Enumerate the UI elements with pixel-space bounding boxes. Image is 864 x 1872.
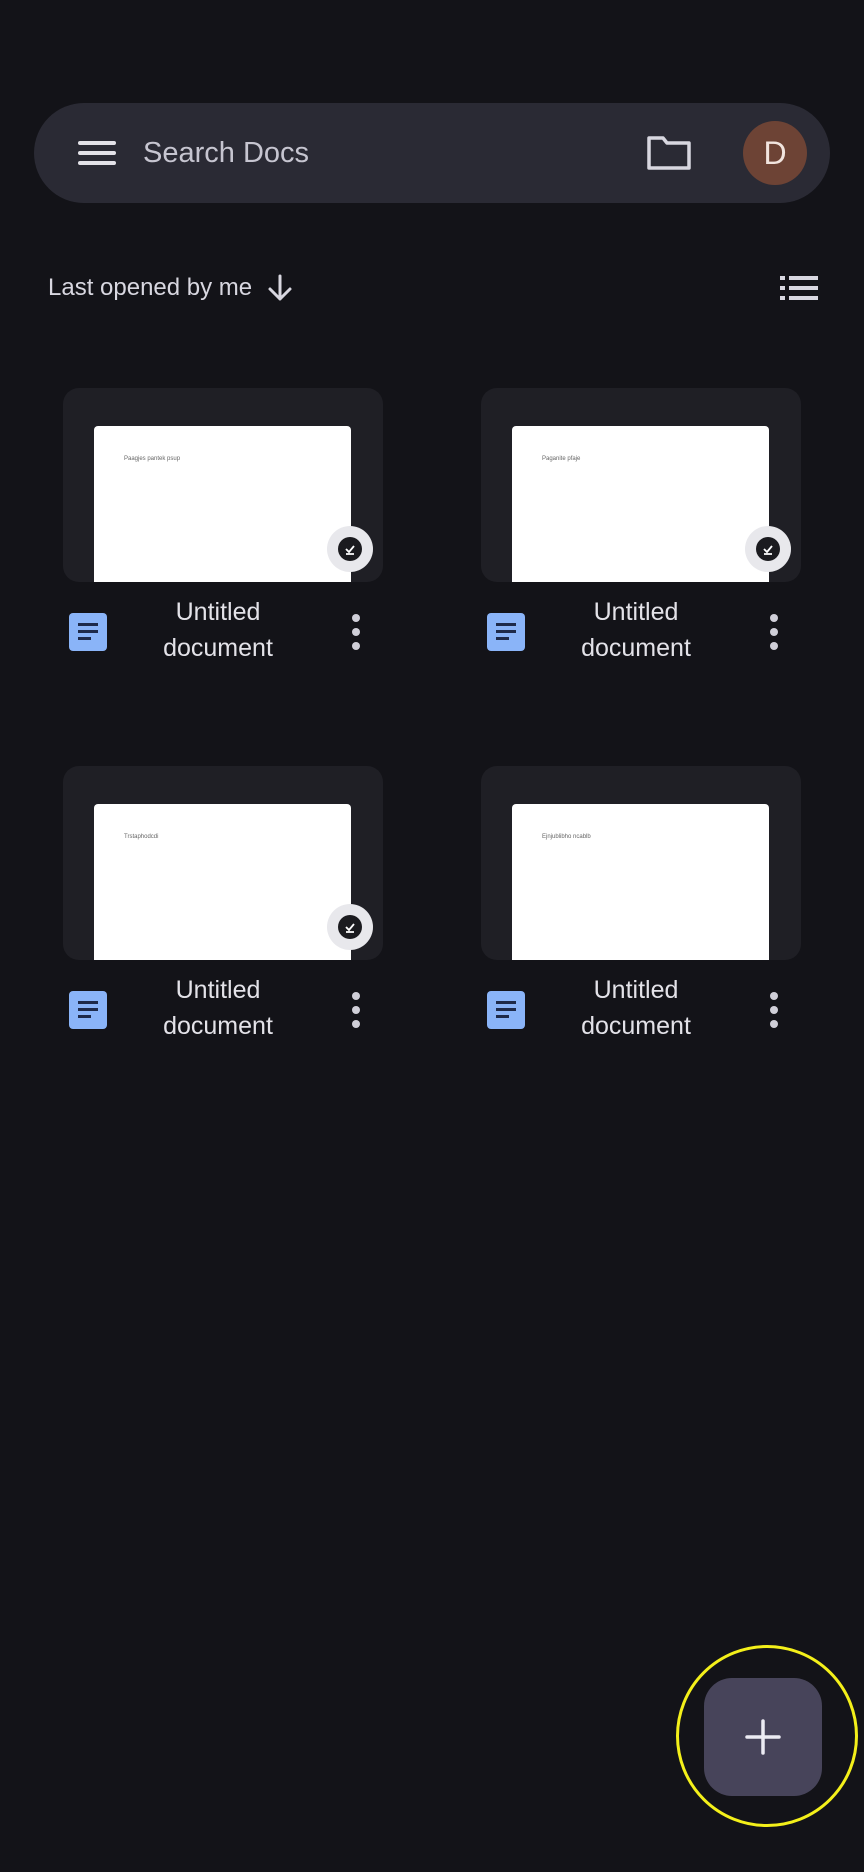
new-document-button[interactable] [704, 1678, 822, 1796]
menu-icon[interactable] [70, 133, 126, 173]
offline-available-icon [327, 526, 373, 572]
document-preview: Ejnjublibho ncablb [512, 804, 769, 960]
document-thumbnail[interactable]: Trstaphodcdi [63, 766, 383, 960]
docs-icon [69, 991, 107, 1029]
arrow-down-icon [268, 274, 292, 301]
preview-text: Paagjes pantek psup [124, 456, 181, 462]
search-input[interactable]: Search Docs [143, 133, 309, 173]
document-thumbnail[interactable]: Paganite pfaje [481, 388, 801, 582]
sort-control[interactable]: Last opened by me [48, 268, 294, 308]
offline-available-icon [745, 526, 791, 572]
preview-text: Paganite pfaje [542, 456, 581, 462]
sort-label: Last opened by me [48, 274, 253, 301]
list-view-icon[interactable] [778, 272, 820, 304]
account-avatar[interactable]: D [743, 121, 807, 185]
document-title[interactable]: Untitled document [133, 972, 303, 1044]
preview-text: Ejnjublibho ncablb [542, 834, 591, 840]
document-title[interactable]: Untitled document [551, 972, 721, 1044]
more-vert-icon[interactable] [767, 610, 781, 654]
docs-icon [487, 613, 525, 651]
document-thumbnail[interactable]: Paagjes pantek psup [63, 388, 383, 582]
document-card[interactable]: Paagjes pantek psup Untitled document [63, 388, 383, 678]
document-card[interactable]: Ejnjublibho ncablb Untitled document [481, 766, 801, 1056]
docs-home-screen: Search Docs D Last opened by me Paagjes … [0, 0, 864, 1872]
plus-icon [745, 1719, 781, 1755]
more-vert-icon[interactable] [349, 988, 363, 1032]
more-vert-icon[interactable] [349, 610, 363, 654]
document-preview: Paganite pfaje [512, 426, 769, 582]
document-preview: Trstaphodcdi [94, 804, 351, 960]
search-bar[interactable]: Search Docs D [34, 103, 830, 203]
document-title[interactable]: Untitled document [133, 594, 303, 666]
document-card[interactable]: Trstaphodcdi Untitled document [63, 766, 383, 1056]
docs-icon [69, 613, 107, 651]
offline-available-icon [327, 904, 373, 950]
docs-icon [487, 991, 525, 1029]
document-preview: Paagjes pantek psup [94, 426, 351, 582]
document-card[interactable]: Paganite pfaje Untitled document [481, 388, 801, 678]
more-vert-icon[interactable] [767, 988, 781, 1032]
preview-text: Trstaphodcdi [124, 834, 159, 840]
document-title[interactable]: Untitled document [551, 594, 721, 666]
document-thumbnail[interactable]: Ejnjublibho ncablb [481, 766, 801, 960]
folder-icon[interactable] [646, 133, 694, 173]
